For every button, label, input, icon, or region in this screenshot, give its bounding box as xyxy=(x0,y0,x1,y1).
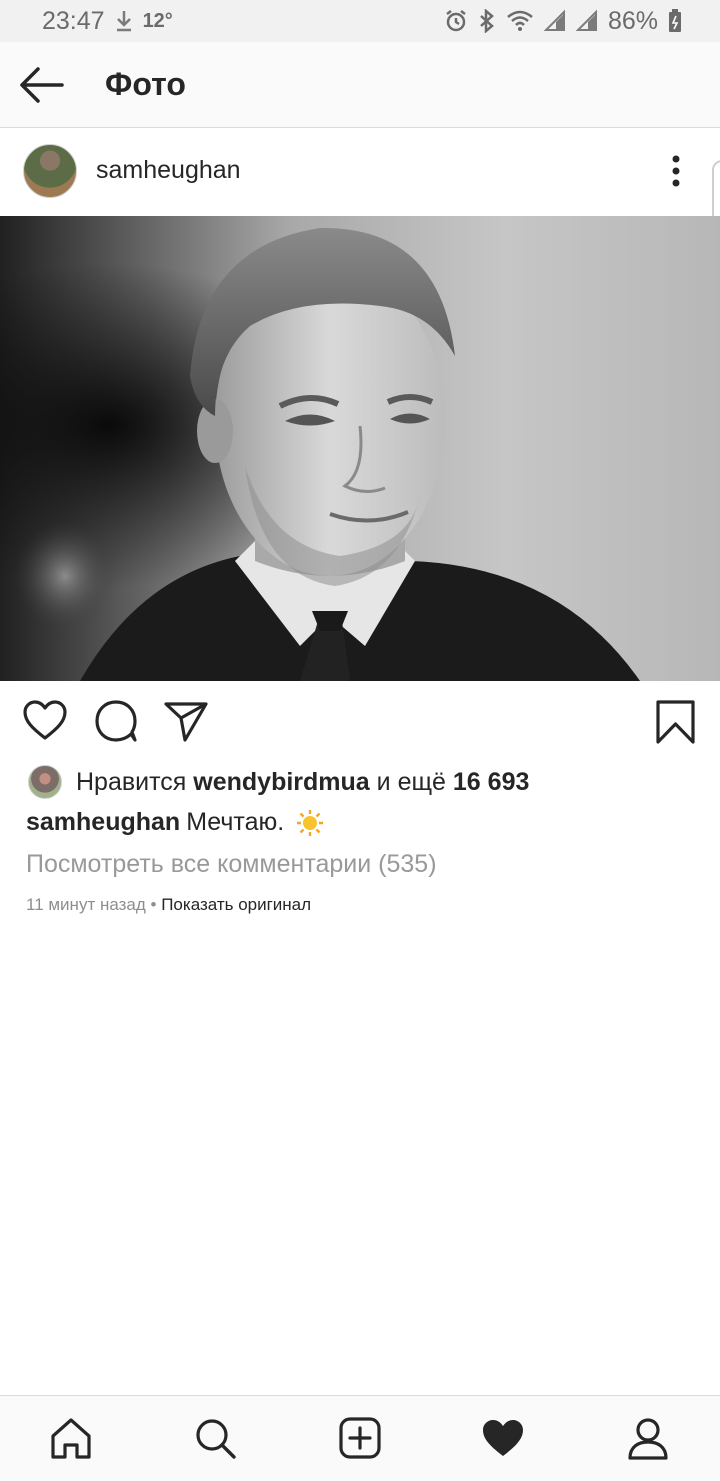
back-arrow-icon[interactable] xyxy=(18,64,64,106)
save-bookmark-icon[interactable] xyxy=(653,698,699,744)
bottom-nav xyxy=(0,1395,720,1481)
post-header: samheughan xyxy=(0,128,720,216)
status-left: 23:47 12° xyxy=(42,7,173,36)
post-username[interactable]: samheughan xyxy=(96,154,241,186)
portrait-image xyxy=(0,216,720,681)
share-icon[interactable] xyxy=(163,698,209,744)
view-all-comments-link[interactable]: Посмотреть все комментарии (535) xyxy=(26,850,437,879)
top-bar: Фото xyxy=(0,42,720,128)
activity-heart-icon[interactable] xyxy=(481,1416,525,1460)
show-original-link[interactable]: Показать оригинал xyxy=(161,895,311,914)
likes-row[interactable]: Нравится wendybirdmua и ещё 16 693 xyxy=(28,764,529,800)
add-post-icon[interactable] xyxy=(338,1416,382,1460)
caption-username[interactable]: samheughan xyxy=(26,808,180,837)
caption-text: Мечтаю. xyxy=(186,808,285,836)
status-temperature: 12° xyxy=(142,9,173,32)
likes-count[interactable]: 16 693 xyxy=(453,768,529,796)
likes-prefix: Нравится xyxy=(76,767,187,796)
battery-percent: 86% xyxy=(607,6,658,35)
status-bar: 23:47 12° 86% xyxy=(0,0,720,42)
signal-icon-2 xyxy=(575,10,597,31)
like-heart-icon[interactable] xyxy=(22,698,68,744)
alarm-icon xyxy=(446,10,466,32)
liker-username[interactable]: wendybirdmua xyxy=(193,768,369,796)
likes-middle: и ещё xyxy=(376,767,446,796)
search-icon[interactable] xyxy=(193,1416,237,1460)
bluetooth-icon xyxy=(480,9,494,33)
comment-icon[interactable] xyxy=(93,698,139,744)
home-icon[interactable] xyxy=(49,1416,93,1460)
wifi-icon xyxy=(507,10,533,31)
status-right: 86% xyxy=(444,7,682,36)
post-meta: 11 минут назад • Показать оригинал xyxy=(26,895,311,915)
user-avatar[interactable] xyxy=(23,144,77,198)
more-options-icon[interactable] xyxy=(666,154,686,188)
likes-text: Нравится wendybirdmua и ещё 16 693 xyxy=(76,768,529,797)
status-time: 23:47 xyxy=(42,6,105,35)
signal-icon-1 xyxy=(543,10,565,31)
caption: samheughan Мечтаю. xyxy=(26,808,324,837)
download-icon xyxy=(116,11,131,32)
page-title: Фото xyxy=(105,66,186,102)
post-photo[interactable] xyxy=(0,216,720,681)
post-time: 11 минут назад xyxy=(26,895,146,914)
liker-avatar xyxy=(28,765,62,799)
meta-separator: • xyxy=(150,895,157,914)
battery-icon xyxy=(669,9,681,32)
profile-icon[interactable] xyxy=(626,1416,670,1460)
post-actions xyxy=(0,682,720,762)
sun-emoji-icon xyxy=(297,809,324,836)
